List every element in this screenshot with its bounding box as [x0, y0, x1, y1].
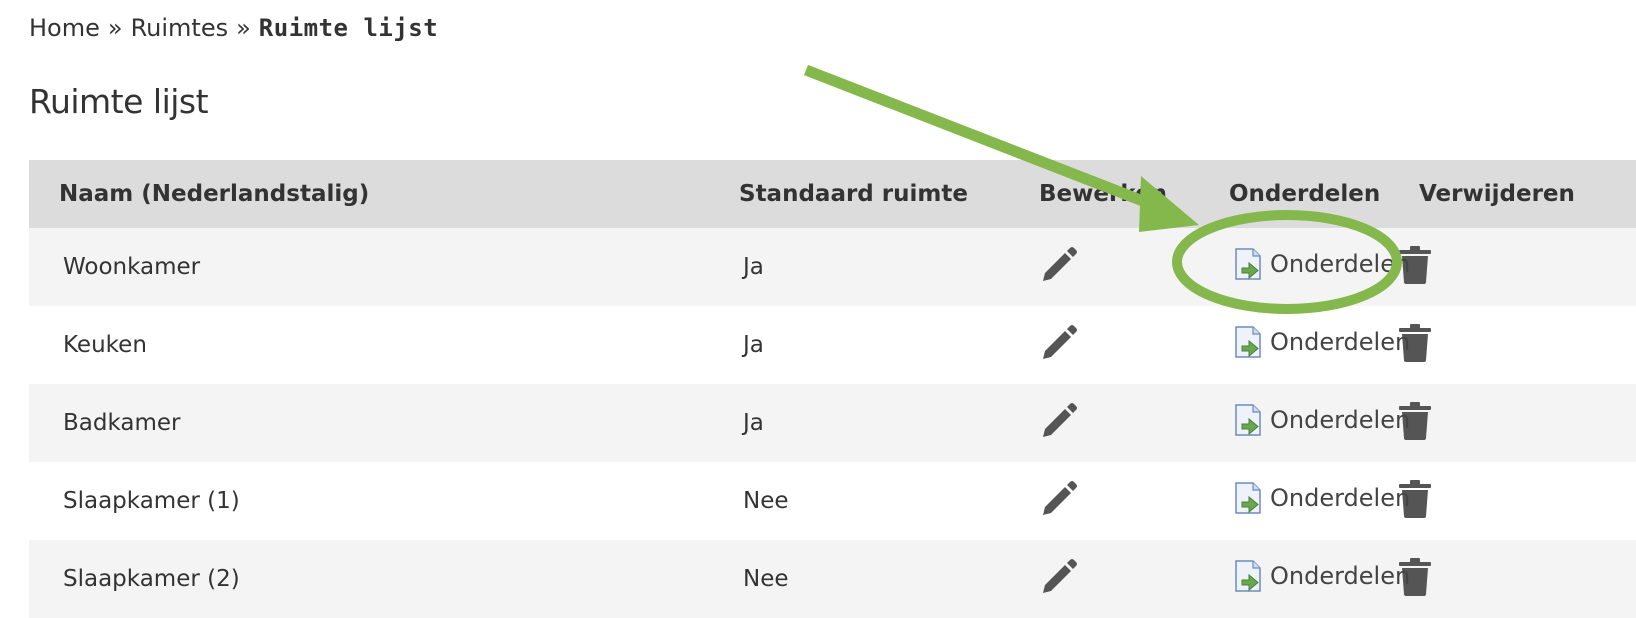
pencil-icon[interactable] [1039, 321, 1081, 363]
column-header-edit: Bewerken [1039, 181, 1167, 207]
parts-link[interactable]: Onderdelen [1234, 560, 1410, 592]
parts-cell: Onderdelen [1229, 462, 1419, 540]
edit-cell [1039, 540, 1229, 618]
standard-room-cell: Ja [743, 410, 764, 436]
table-row: Slaapkamer (2) Nee Onderdelen [29, 540, 1636, 618]
rooms-table-container: Naam (Nederlandstalig) Standaard ruimte … [29, 160, 1636, 618]
edit-cell [1039, 384, 1229, 462]
delete-cell [1399, 384, 1636, 462]
parts-cell: Onderdelen [1229, 306, 1419, 384]
pencil-icon[interactable] [1039, 399, 1081, 441]
breadcrumb-separator: » [236, 14, 251, 42]
parts-link-label: Onderdelen [1270, 328, 1411, 356]
column-header-delete: Verwijderen [1419, 181, 1575, 207]
breadcrumb-ruimtes-link[interactable]: Ruimtes [131, 14, 229, 42]
parts-link-label: Onderdelen [1270, 562, 1411, 590]
parts-link-label: Onderdelen [1270, 484, 1411, 512]
breadcrumb-separator: » [107, 14, 123, 42]
rooms-table: Naam (Nederlandstalig) Standaard ruimte … [29, 160, 1636, 618]
parts-link[interactable]: Onderdelen [1234, 482, 1410, 514]
table-body: Woonkamer Ja Onderdelen Keuken Ja Onderdelen B… [29, 228, 1636, 618]
edit-cell [1039, 462, 1229, 540]
parts-link-label: Onderdelen [1270, 250, 1411, 278]
parts-cell: Onderdelen [1229, 228, 1419, 306]
column-header-standard: Standaard ruimte [739, 181, 968, 207]
delete-cell [1399, 462, 1636, 540]
edit-cell [1039, 228, 1229, 306]
standard-room-cell: Nee [743, 566, 789, 592]
edit-cell [1039, 306, 1229, 384]
breadcrumb-current: Ruimte lijst [258, 14, 439, 42]
room-name-cell: Slaapkamer (1) [63, 488, 240, 514]
document-arrow-icon [1234, 248, 1262, 280]
room-name-cell: Slaapkamer (2) [63, 566, 240, 592]
delete-cell [1399, 540, 1636, 618]
column-header-name: Naam (Nederlandstalig) [59, 181, 370, 207]
table-row: Woonkamer Ja Onderdelen [29, 228, 1636, 306]
parts-link-label: Onderdelen [1270, 406, 1411, 434]
delete-cell [1399, 306, 1636, 384]
breadcrumb-home-link[interactable]: Home [29, 14, 100, 42]
pencil-icon[interactable] [1039, 477, 1081, 519]
pencil-icon[interactable] [1039, 555, 1081, 597]
table-row: Keuken Ja Onderdelen [29, 306, 1636, 384]
parts-link[interactable]: Onderdelen [1234, 404, 1410, 436]
document-arrow-icon [1234, 482, 1262, 514]
standard-room-cell: Ja [743, 254, 764, 280]
breadcrumb: Home» Ruimtes» Ruimte lijst [29, 14, 438, 42]
parts-cell: Onderdelen [1229, 384, 1419, 462]
standard-room-cell: Ja [743, 332, 764, 358]
table-row: Slaapkamer (1) Nee Onderdelen [29, 462, 1636, 540]
room-name-cell: Badkamer [63, 410, 181, 436]
table-row: Badkamer Ja Onderdelen [29, 384, 1636, 462]
parts-link[interactable]: Onderdelen [1234, 326, 1410, 358]
table-header-row: Naam (Nederlandstalig) Standaard ruimte … [29, 160, 1636, 228]
parts-link[interactable]: Onderdelen [1234, 248, 1410, 280]
page-title: Ruimte lijst [29, 82, 209, 121]
room-name-cell: Woonkamer [63, 254, 201, 280]
column-header-parts: Onderdelen [1229, 181, 1381, 207]
parts-cell: Onderdelen [1229, 540, 1419, 618]
document-arrow-icon [1234, 560, 1262, 592]
room-name-cell: Keuken [63, 332, 147, 358]
pencil-icon[interactable] [1039, 243, 1081, 285]
standard-room-cell: Nee [743, 488, 789, 514]
document-arrow-icon [1234, 326, 1262, 358]
delete-cell [1399, 228, 1636, 306]
document-arrow-icon [1234, 404, 1262, 436]
